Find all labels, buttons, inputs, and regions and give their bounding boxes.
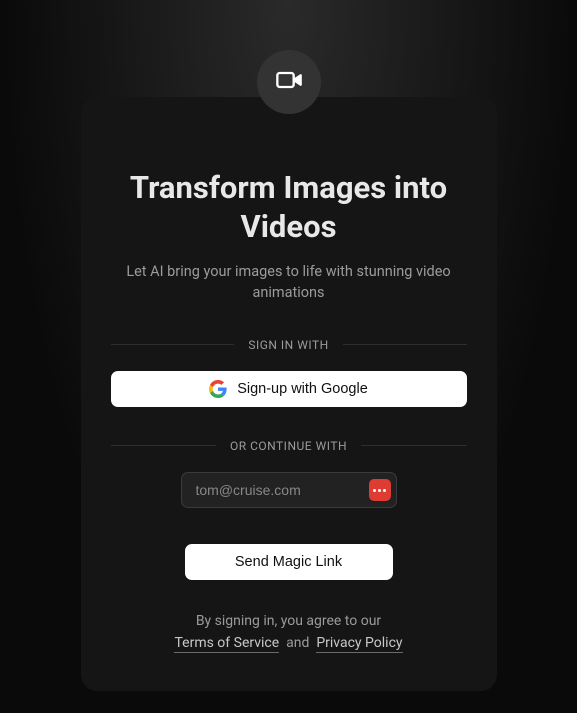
privacy-policy-link[interactable]: Privacy Policy: [316, 635, 402, 653]
sign-in-with-divider: SIGN IN WITH: [111, 334, 467, 353]
email-field[interactable]: [181, 472, 397, 508]
page-title: Transform Images into Videos: [111, 169, 467, 247]
terms-of-service-link[interactable]: Terms of Service: [174, 635, 279, 653]
google-signup-button[interactable]: Sign-up with Google: [111, 371, 467, 407]
video-icon: [275, 66, 303, 98]
sign-in-with-label: SIGN IN WITH: [234, 338, 342, 352]
or-continue-label: OR CONTINUE WITH: [216, 439, 361, 453]
legal-and: and: [286, 635, 309, 651]
page-subtitle: Let AI bring your images to life with st…: [111, 261, 467, 305]
send-magic-link-button[interactable]: Send Magic Link: [185, 544, 393, 580]
or-continue-divider: OR CONTINUE WITH: [111, 435, 467, 454]
google-icon: [209, 380, 227, 398]
app-logo: [257, 50, 321, 114]
email-field-wrap: [181, 472, 397, 508]
password-manager-icon[interactable]: [369, 479, 391, 501]
legal-text: By signing in, you agree to our Terms of…: [111, 610, 467, 655]
legal-prefix: By signing in, you agree to our: [196, 613, 381, 629]
auth-card: Transform Images into Videos Let AI brin…: [81, 97, 497, 691]
google-button-label: Sign-up with Google: [237, 381, 368, 397]
